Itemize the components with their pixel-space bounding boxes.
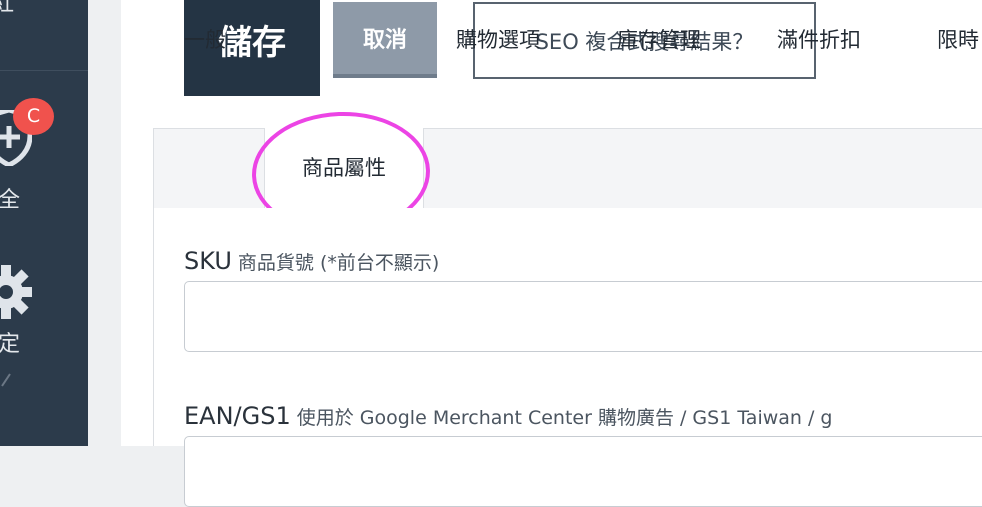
cancel-button[interactable]: 取消: [333, 2, 437, 78]
tab-general[interactable]: 一般: [184, 0, 226, 80]
sku-input[interactable]: [184, 281, 982, 352]
sku-label: SKU: [184, 247, 232, 275]
sidebar-item-label[interactable]: 紅: [0, 0, 14, 16]
tab-quantity-discount[interactable]: 滿件折扣: [777, 0, 861, 80]
tab-shopping-options[interactable]: 購物選項: [456, 0, 540, 80]
tab-limited-time[interactable]: 限時: [937, 0, 979, 80]
ean-input[interactable]: [184, 436, 982, 507]
ean-label: EAN/GS1: [184, 402, 291, 430]
tab-inventory[interactable]: 庫存管理: [617, 0, 701, 80]
sidebar: 紅 C 全 定: [0, 0, 88, 446]
sku-field-label: SKU 商品貨號 (*前台不顯示): [184, 247, 439, 275]
slash-icon: [1, 373, 11, 387]
ean-field-label: EAN/GS1 使用於 Google Merchant Center 購物廣告 /…: [184, 402, 832, 430]
ean-sublabel: 使用於 Google Merchant Center 購物廣告 / GS1 Ta…: [296, 407, 833, 429]
sku-sublabel: 商品貨號 (*前台不顯示): [237, 252, 440, 274]
tab-product-attributes[interactable]: 商品屬性: [264, 128, 424, 209]
gear-icon[interactable]: [0, 262, 32, 322]
sidebar-item-label[interactable]: 全: [0, 190, 20, 212]
sidebar-divider: [0, 70, 88, 71]
notification-badge[interactable]: C: [13, 98, 54, 135]
sidebar-item-label[interactable]: 定: [0, 334, 20, 356]
